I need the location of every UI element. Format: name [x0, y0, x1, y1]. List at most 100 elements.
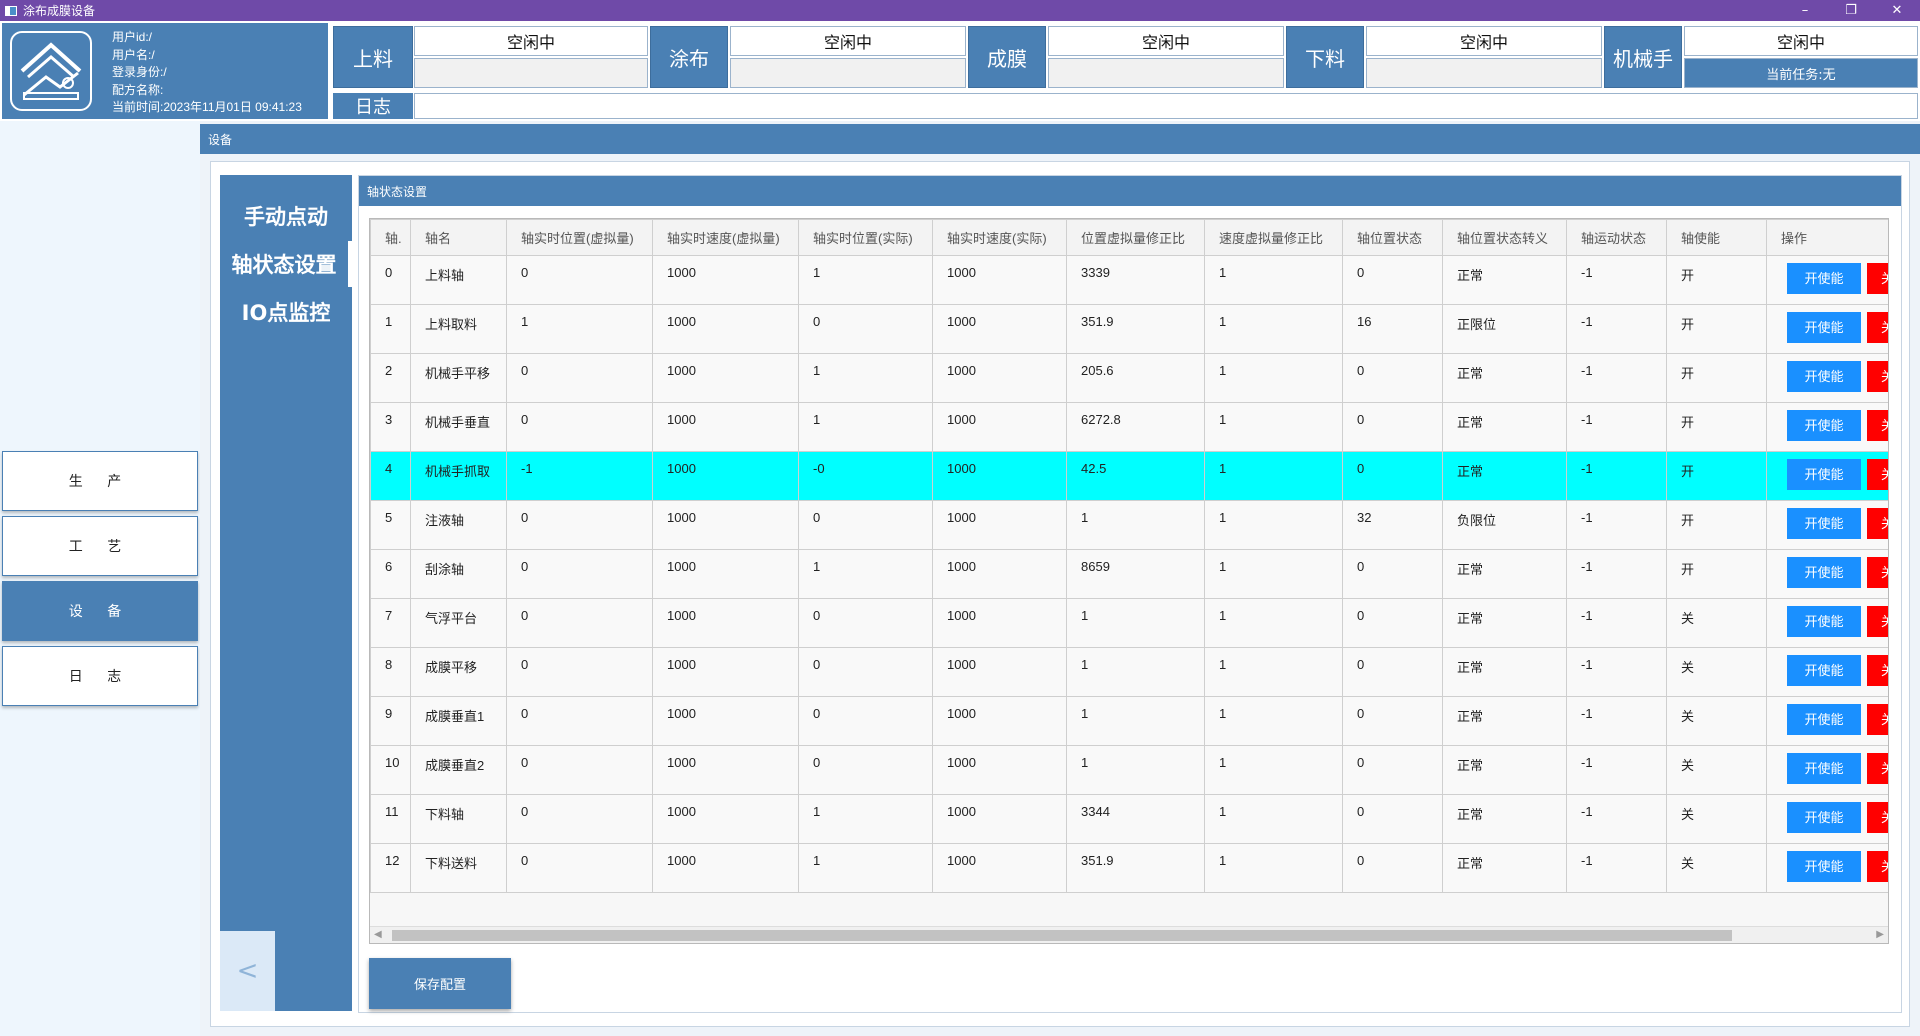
table-cell: 8	[370, 647, 411, 697]
col-header-pos-ratio[interactable]: 位置虚拟量修正比	[1066, 219, 1205, 256]
table-cell-actions: 开使能关	[1766, 549, 1888, 599]
disable-axis-button[interactable]: 关	[1867, 361, 1888, 392]
table-cell: 0	[1342, 549, 1443, 599]
nav-production[interactable]: 生 产	[2, 451, 198, 511]
table-cell: 9	[370, 696, 411, 746]
col-header-speed-ratio[interactable]: 速度虚拟量修正比	[1204, 219, 1343, 256]
disable-axis-button[interactable]: 关	[1867, 851, 1888, 882]
table-cell: 正常	[1442, 843, 1567, 893]
table-row[interactable]: 8成膜平移0100001000110正常-1关开使能关	[370, 647, 1888, 697]
col-header-motion-state[interactable]: 轴运动状态	[1566, 219, 1667, 256]
enable-axis-button[interactable]: 开使能	[1787, 312, 1861, 343]
enable-axis-button[interactable]: 开使能	[1787, 557, 1861, 588]
disable-axis-button[interactable]: 关	[1867, 557, 1888, 588]
table-cell: -1	[1566, 451, 1667, 501]
table-row[interactable]: 1上料取料1100001000351.9116正限位-1开开使能关	[370, 304, 1888, 354]
collapse-arrow-icon[interactable]: <	[220, 931, 275, 1011]
table-cell-actions: 开使能关	[1766, 500, 1888, 550]
nav-log[interactable]: 日 志	[2, 646, 198, 706]
enable-axis-button[interactable]: 开使能	[1787, 753, 1861, 784]
table-row[interactable]: 0上料轴0100011000333910正常-1开开使能关	[370, 255, 1888, 305]
table-cell-actions: 开使能关	[1766, 353, 1888, 403]
subnav-axis-status[interactable]: 轴状态设置	[220, 241, 352, 287]
col-header-axis-name[interactable]: 轴名	[410, 219, 507, 256]
col-header-enable[interactable]: 轴使能	[1666, 219, 1767, 256]
nav-process[interactable]: 工 艺	[2, 516, 198, 576]
disable-axis-button[interactable]: 关	[1867, 263, 1888, 294]
table-row[interactable]: 2机械手平移0100011000205.610正常-1开开使能关	[370, 353, 1888, 403]
enable-axis-button[interactable]: 开使能	[1787, 361, 1861, 392]
col-header-axis-no[interactable]: 轴.	[370, 219, 411, 256]
table-row[interactable]: 11下料轴0100011000334410正常-1关开使能关	[370, 794, 1888, 844]
horizontal-scrollbar[interactable]: ◀ ▶	[370, 926, 1888, 943]
scroll-right-icon[interactable]: ▶	[1876, 929, 1884, 940]
enable-axis-button[interactable]: 开使能	[1787, 410, 1861, 441]
close-button[interactable]: ✕	[1874, 0, 1920, 21]
col-header-pos-state-text[interactable]: 轴位置状态转义	[1442, 219, 1567, 256]
table-cell: 0	[1342, 451, 1443, 501]
enable-axis-button[interactable]: 开使能	[1787, 655, 1861, 686]
table-cell: 1	[1204, 353, 1343, 403]
col-header-pos-virtual[interactable]: 轴实时位置(虚拟量)	[506, 219, 653, 256]
disable-axis-button[interactable]: 关	[1867, 704, 1888, 735]
table-row[interactable]: 10成膜垂直20100001000110正常-1关开使能关	[370, 745, 1888, 795]
nav-equipment[interactable]: 设 备	[2, 581, 198, 641]
scrollbar-thumb[interactable]	[392, 930, 1732, 941]
table-cell: 开	[1666, 255, 1767, 305]
table-cell: 1000	[652, 794, 799, 844]
table-cell: 0	[1342, 647, 1443, 697]
col-header-pos-state[interactable]: 轴位置状态	[1342, 219, 1443, 256]
disable-axis-button[interactable]: 关	[1867, 655, 1888, 686]
enable-axis-button[interactable]: 开使能	[1787, 606, 1861, 637]
disable-axis-button[interactable]: 关	[1867, 802, 1888, 833]
col-header-speed-actual[interactable]: 轴实时速度(实际)	[932, 219, 1067, 256]
disable-axis-button[interactable]: 关	[1867, 508, 1888, 539]
tab-equipment[interactable]: 设备	[200, 124, 1920, 154]
user-id: 用户id:/	[112, 30, 153, 44]
col-header-pos-actual[interactable]: 轴实时位置(实际)	[798, 219, 933, 256]
table-row[interactable]: 9成膜垂直10100001000110正常-1关开使能关	[370, 696, 1888, 746]
table-row[interactable]: 7气浮平台0100001000110正常-1关开使能关	[370, 598, 1888, 648]
user-panel: 用户id:/ 用户名:/ 登录身份:/ 配方名称: 当前时间:2023年11月0…	[2, 23, 328, 119]
enable-axis-button[interactable]: 开使能	[1787, 704, 1861, 735]
table-cell: -1	[1566, 794, 1667, 844]
table-cell: 0	[506, 647, 653, 697]
table-row[interactable]: 12下料送料0100011000351.910正常-1关开使能关	[370, 843, 1888, 893]
table-row[interactable]: 4机械手抓取-11000-0100042.510正常-1开开使能关	[370, 451, 1888, 501]
table-cell: 0	[1342, 843, 1443, 893]
col-header-speed-virtual[interactable]: 轴实时速度(虚拟量)	[652, 219, 799, 256]
disable-axis-button[interactable]: 关	[1867, 410, 1888, 441]
table-cell: -0	[798, 451, 933, 501]
enable-axis-button[interactable]: 开使能	[1787, 263, 1861, 294]
enable-axis-button[interactable]: 开使能	[1787, 459, 1861, 490]
window-title: 涂布成膜设备	[23, 4, 96, 18]
minimize-button[interactable]: –	[1782, 0, 1828, 21]
subnav-io-monitor[interactable]: IO点监控	[220, 289, 352, 335]
scroll-left-icon[interactable]: ◀	[374, 929, 382, 940]
table-cell: 关	[1666, 745, 1767, 795]
disable-axis-button[interactable]: 关	[1867, 312, 1888, 343]
table-cell: 开	[1666, 549, 1767, 599]
table-cell: 刮涂轴	[410, 549, 507, 599]
table-cell: 4	[370, 451, 411, 501]
enable-axis-button[interactable]: 开使能	[1787, 802, 1861, 833]
restore-button[interactable]: ❐	[1828, 0, 1874, 21]
table-row[interactable]: 3机械手垂直01000110006272.810正常-1开开使能关	[370, 402, 1888, 452]
table-cell-actions: 开使能关	[1766, 451, 1888, 501]
table-cell-actions: 开使能关	[1766, 304, 1888, 354]
station-status-loading: 空闲中	[414, 26, 648, 56]
table-cell: 0	[370, 255, 411, 305]
table-cell: 1000	[652, 843, 799, 893]
table-cell: 上料取料	[410, 304, 507, 354]
table-row[interactable]: 5注液轴01000010001132负限位-1开开使能关	[370, 500, 1888, 550]
save-config-button[interactable]: 保存配置	[369, 958, 511, 1009]
enable-axis-button[interactable]: 开使能	[1787, 851, 1861, 882]
disable-axis-button[interactable]: 关	[1867, 459, 1888, 490]
disable-axis-button[interactable]: 关	[1867, 753, 1888, 784]
table-row[interactable]: 6刮涂轴0100011000865910正常-1开开使能关	[370, 549, 1888, 599]
table-cell: 0	[506, 255, 653, 305]
col-header-actions[interactable]: 操作	[1766, 219, 1888, 256]
subnav-manual-jog[interactable]: 手动点动	[220, 193, 352, 239]
enable-axis-button[interactable]: 开使能	[1787, 508, 1861, 539]
disable-axis-button[interactable]: 关	[1867, 606, 1888, 637]
